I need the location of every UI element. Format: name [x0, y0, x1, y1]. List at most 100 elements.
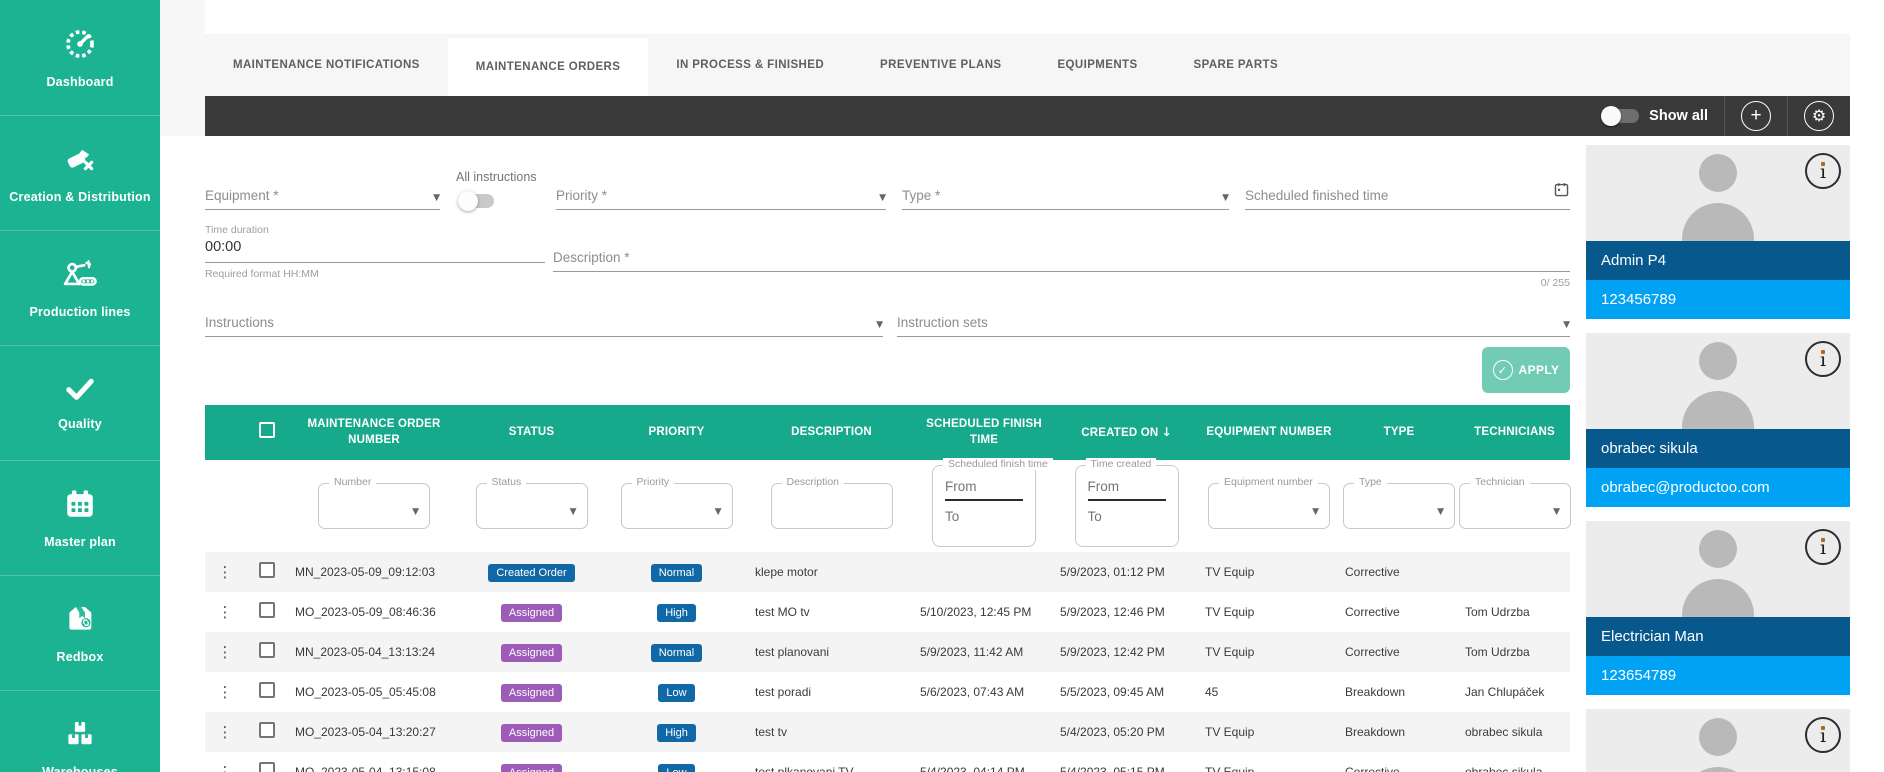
time-duration-input[interactable]: [205, 236, 545, 263]
info-icon[interactable]: ı: [1805, 529, 1841, 565]
filter-form: Equipment * ▼ All instructions Priority …: [205, 136, 1570, 393]
sidebar-item-creation-distribution[interactable]: Creation & Distribution: [0, 115, 160, 230]
tab-maintenance-notifications[interactable]: MAINTENANCE NOTIFICATIONS: [205, 34, 448, 96]
priority-filter-select[interactable]: Priority ▼: [621, 483, 733, 529]
sidebar-item-dashboard[interactable]: Dashboard: [0, 0, 160, 115]
tab-bar: MAINTENANCE NOTIFICATIONS MAINTENANCE OR…: [205, 34, 1850, 96]
time-created-from-input[interactable]: From: [1088, 479, 1166, 501]
tab-preventive-plans[interactable]: PREVENTIVE PLANS: [852, 34, 1029, 96]
calendar-icon[interactable]: [1553, 181, 1570, 203]
status-filter-select[interactable]: Status ▼: [476, 483, 588, 529]
row-checkbox[interactable]: [259, 602, 275, 618]
scheduled-finish-cell: 5/10/2023, 12:45 PM: [914, 605, 1054, 619]
table-row[interactable]: ⋮ MO_2023-05-04_13:20:27 Assigned High t…: [205, 712, 1570, 752]
row-checkbox[interactable]: [259, 562, 275, 578]
tab-spare-parts[interactable]: SPARE PARTS: [1166, 34, 1307, 96]
column-header-equipment-number[interactable]: EQUIPMENT NUMBER: [1199, 425, 1339, 441]
created-on-cell: 5/9/2023, 12:46 PM: [1054, 605, 1199, 619]
table-row[interactable]: ⋮ MO_2023-05-09_08:46:36 Assigned High t…: [205, 592, 1570, 632]
equipment-number-filter-select[interactable]: Equipment number ▼: [1208, 483, 1330, 529]
row-menu-button[interactable]: ⋮: [205, 603, 245, 621]
priority-filter-label: Priority: [632, 476, 675, 488]
technician-card[interactable]: ı: [1586, 709, 1850, 772]
description-cell: test plkanovani TV: [749, 765, 914, 772]
equipment-select[interactable]: Equipment * ▼: [205, 176, 440, 210]
instructions-select[interactable]: Instructions ▼: [205, 303, 883, 337]
sort-descending-icon[interactable]: ↓: [1161, 425, 1171, 439]
description-filter-input[interactable]: Description: [771, 483, 893, 529]
row-checkbox[interactable]: [259, 682, 275, 698]
order-number-cell: MO_2023-05-04_13:15:08: [289, 765, 459, 772]
created-on-cell: 5/5/2023, 09:45 AM: [1054, 685, 1199, 699]
time-created-to-input[interactable]: To: [1088, 509, 1166, 524]
info-icon[interactable]: ı: [1805, 153, 1841, 189]
show-all-toggle[interactable]: [1603, 109, 1639, 123]
column-header-created-on[interactable]: CREATED ON↓: [1054, 424, 1199, 442]
column-header-technicians[interactable]: TECHNICIANS: [1459, 425, 1570, 441]
app-window: Dashboard Creation & Distribution Produc…: [0, 0, 1884, 772]
scheduled-finish-to-input[interactable]: To: [945, 509, 1023, 524]
instructions-label: Instructions: [205, 315, 274, 330]
number-filter-label: Number: [329, 476, 376, 488]
order-number-cell: MN_2023-05-09_09:12:03: [289, 565, 459, 579]
technician-filter-select[interactable]: Technician ▼: [1459, 483, 1571, 529]
number-filter-select[interactable]: Number ▼: [318, 483, 430, 529]
settings-button[interactable]: ⚙: [1804, 101, 1834, 131]
row-menu-button[interactable]: ⋮: [205, 683, 245, 701]
tab-maintenance-orders[interactable]: MAINTENANCE ORDERS: [448, 38, 649, 96]
column-header-priority[interactable]: PRIORITY: [604, 425, 749, 441]
info-icon[interactable]: ı: [1805, 341, 1841, 377]
select-all-checkbox[interactable]: [259, 422, 275, 438]
info-icon[interactable]: ı: [1805, 717, 1841, 753]
sidebar-item-quality[interactable]: Quality: [0, 345, 160, 460]
column-header-order-number[interactable]: MAINTENANCE ORDER NUMBER: [289, 417, 459, 448]
type-cell: Breakdown: [1339, 725, 1459, 739]
chevron-down-icon: ▼: [1312, 507, 1319, 517]
table-row[interactable]: ⋮ MN_2023-05-04_13:13:24 Assigned Normal…: [205, 632, 1570, 672]
technician-contact: 123456789: [1586, 280, 1850, 319]
time-duration-label: Time duration: [205, 224, 545, 236]
table-row[interactable]: ⋮ MO_2023-05-04_13:15:08 Assigned Low te…: [205, 752, 1570, 772]
order-number-cell: MO_2023-05-04_13:20:27: [289, 725, 459, 739]
avatar-body-shape: [1682, 391, 1754, 429]
table-row[interactable]: ⋮ MO_2023-05-05_05:45:08 Assigned Low te…: [205, 672, 1570, 712]
master-plan-calendar-icon: [63, 487, 97, 526]
technicians-cell: Jan Chlupáček: [1459, 685, 1570, 699]
instruction-sets-label: Instruction sets: [897, 315, 988, 330]
type-filter-select[interactable]: Type ▼: [1343, 483, 1455, 529]
row-menu-button[interactable]: ⋮: [205, 643, 245, 661]
sidebar-item-redbox[interactable]: Redbox: [0, 575, 160, 690]
all-instructions-toggle[interactable]: [460, 194, 494, 208]
tab-equipments[interactable]: EQUIPMENTS: [1029, 34, 1165, 96]
column-header-scheduled-finish[interactable]: SCHEDULED FINISH TIME: [914, 417, 1054, 448]
scheduled-finish-from-input[interactable]: From: [945, 479, 1023, 501]
row-checkbox[interactable]: [259, 722, 275, 738]
instruction-sets-select[interactable]: Instruction sets ▼: [897, 303, 1570, 337]
apply-button[interactable]: ✓ APPLY: [1482, 347, 1570, 393]
technician-card[interactable]: ı obrabec sikula obrabec@productoo.com: [1586, 333, 1850, 507]
column-header-type[interactable]: TYPE: [1339, 425, 1459, 441]
tab-in-process-finished[interactable]: IN PROCESS & FINISHED: [648, 34, 852, 96]
technician-card[interactable]: ı Admin P4 123456789: [1586, 145, 1850, 319]
sidebar-item-master-plan[interactable]: Master plan: [0, 460, 160, 575]
technician-filter-label: Technician: [1470, 476, 1530, 488]
description-input[interactable]: Description *: [553, 238, 1570, 272]
column-header-description[interactable]: DESCRIPTION: [749, 425, 914, 441]
column-header-status[interactable]: STATUS: [459, 425, 604, 441]
row-menu-button[interactable]: ⋮: [205, 563, 245, 581]
sidebar-item-production-lines[interactable]: Production lines: [0, 230, 160, 345]
add-order-button[interactable]: +: [1741, 101, 1771, 131]
row-checkbox[interactable]: [259, 642, 275, 658]
equipment-number-cell: TV Equip: [1199, 605, 1339, 619]
description-label: Description *: [553, 250, 630, 265]
sidebar-item-warehouses[interactable]: Warehouses: [0, 690, 160, 772]
priority-select[interactable]: Priority * ▼: [556, 176, 886, 210]
table-row[interactable]: ⋮ MN_2023-05-09_09:12:03 Created Order N…: [205, 552, 1570, 592]
technician-card[interactable]: ı Electrician Man 123654789: [1586, 521, 1850, 695]
row-checkbox[interactable]: [259, 762, 275, 772]
scheduled-finished-time-field[interactable]: Scheduled finished time: [1245, 176, 1570, 210]
row-menu-button[interactable]: ⋮: [205, 763, 245, 772]
type-select[interactable]: Type * ▼: [902, 176, 1229, 210]
type-label: Type *: [902, 188, 940, 203]
row-menu-button[interactable]: ⋮: [205, 723, 245, 741]
